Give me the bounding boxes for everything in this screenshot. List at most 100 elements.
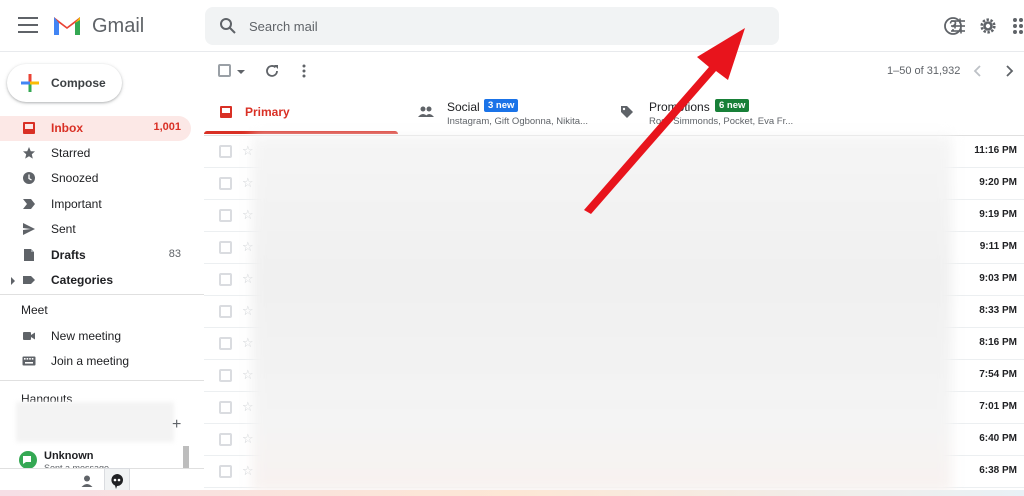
label-icon	[23, 276, 35, 284]
tab-primary[interactable]: Primary	[204, 91, 398, 136]
row-checkbox[interactable]	[219, 177, 232, 190]
sidebar-item-categories[interactable]: Categories	[0, 268, 191, 293]
sidebar-divider	[0, 380, 204, 381]
inbox-icon	[220, 106, 232, 118]
tab-senders: Ross Simmonds, Pocket, Eva Fr...	[649, 116, 794, 127]
email-time: 7:01 PM	[979, 401, 1017, 412]
inbox-icon	[23, 122, 35, 134]
sidebar-item-label: Sent	[51, 222, 76, 236]
draft-icon	[24, 249, 34, 261]
chat-bubble-icon	[23, 456, 31, 464]
send-icon	[23, 223, 35, 235]
search-bar[interactable]	[205, 7, 965, 45]
chevron-left-icon[interactable]	[972, 64, 984, 78]
row-checkbox[interactable]	[219, 369, 232, 382]
row-checkbox[interactable]	[219, 305, 232, 318]
hangouts-quote-icon	[111, 474, 123, 489]
sidebar-item-label: Categories	[51, 273, 114, 287]
bottom-gradient-strip	[0, 490, 1024, 496]
help-icon[interactable]	[943, 16, 963, 36]
sidebar-item-label: Inbox	[51, 121, 83, 135]
sidebar-item-label: Join a meeting	[51, 354, 130, 368]
tab-social[interactable]: Social 3 new Instagram, Gift Ogbonna, Ni…	[398, 91, 602, 136]
star-icon	[23, 147, 35, 159]
row-checkbox[interactable]	[219, 209, 232, 222]
email-time: 6:40 PM	[979, 433, 1017, 444]
avatar[interactable]	[19, 451, 37, 469]
draft-count: 83	[168, 248, 181, 260]
tag-icon	[621, 106, 633, 118]
email-time: 9:20 PM	[979, 177, 1017, 188]
hangouts-user-blurred	[16, 402, 174, 442]
chevron-right-icon[interactable]	[1003, 64, 1015, 78]
email-time: 8:16 PM	[979, 337, 1017, 348]
clock-icon	[23, 172, 35, 184]
sidebar-item-label: Snoozed	[51, 171, 99, 185]
people-icon	[418, 106, 434, 117]
sidebar-item-important[interactable]: Important	[0, 192, 191, 217]
compose-plus-icon	[21, 74, 39, 92]
new-count-badge: 6 new	[715, 99, 750, 112]
top-header: Gmail	[0, 0, 1024, 52]
select-dropdown-icon[interactable]	[237, 70, 245, 74]
videocam-icon	[23, 332, 35, 340]
sidebar-item-label: Drafts	[51, 248, 86, 262]
row-checkbox[interactable]	[219, 337, 232, 350]
tab-senders: Instagram, Gift Ogbonna, Nikita...	[447, 116, 588, 127]
sidebar-item-inbox[interactable]: Inbox 1,001	[0, 116, 191, 141]
email-time: 9:11 PM	[979, 241, 1017, 252]
meet-section-title: Meet	[21, 303, 48, 317]
row-checkbox[interactable]	[219, 433, 232, 446]
tab-label: Social	[447, 100, 480, 114]
label-important-icon	[23, 199, 35, 209]
keyboard-icon	[22, 356, 36, 366]
more-vert-icon[interactable]	[301, 64, 307, 78]
sidebar-item-label: New meeting	[51, 329, 122, 343]
tab-label: Promotions	[649, 100, 710, 114]
hangouts-scrollbar[interactable]	[183, 446, 189, 468]
person-icon[interactable]	[80, 474, 94, 488]
row-checkbox[interactable]	[219, 401, 232, 414]
row-checkbox[interactable]	[219, 273, 232, 286]
sidebar-item-label: Important	[51, 197, 102, 211]
pagination-label: 1–50 of 31,932	[887, 65, 961, 77]
sidebar-item-drafts[interactable]: Drafts 83	[0, 243, 191, 268]
email-time: 11:16 PM	[974, 145, 1017, 156]
row-checkbox[interactable]	[219, 465, 232, 478]
compose-button[interactable]: Compose	[7, 64, 122, 102]
sidebar-item-new-meeting[interactable]: New meeting	[0, 324, 191, 349]
sidebar-divider	[0, 294, 204, 295]
select-all-checkbox[interactable]	[218, 64, 231, 77]
search-icon[interactable]	[219, 17, 237, 35]
new-count-badge: 3 new	[484, 99, 519, 112]
sidebar-item-snoozed[interactable]: Snoozed	[0, 166, 191, 191]
sidebar-item-join-meeting[interactable]: Join a meeting	[0, 349, 191, 374]
compose-label: Compose	[51, 76, 106, 90]
sidebar-item-starred[interactable]: Starred	[0, 141, 191, 166]
refresh-icon[interactable]	[265, 64, 279, 78]
row-checkbox[interactable]	[219, 241, 232, 254]
sidebar-item-label: Starred	[51, 146, 91, 160]
search-input[interactable]	[249, 16, 729, 36]
email-time: 7:54 PM	[979, 369, 1017, 380]
unread-count: 1,001	[153, 121, 181, 133]
google-apps-icon[interactable]	[1013, 18, 1024, 34]
row-checkbox[interactable]	[219, 145, 232, 158]
brand-name: Gmail	[92, 15, 145, 37]
email-time: 6:38 PM	[979, 465, 1017, 476]
active-tab-indicator	[204, 131, 398, 134]
hangouts-section-title: Hangouts	[21, 392, 73, 402]
expand-arrow-icon[interactable]	[11, 277, 15, 285]
tab-promotions[interactable]: Promotions 6 new Ross Simmonds, Pocket, …	[602, 91, 818, 136]
blurred-email-content	[252, 136, 952, 492]
gear-icon[interactable]	[978, 16, 998, 36]
tab-label: Primary	[245, 105, 290, 119]
hangouts-contact-name[interactable]: Unknown	[44, 450, 94, 462]
add-contact-icon[interactable]: +	[172, 416, 181, 434]
email-time: 9:19 PM	[979, 209, 1017, 220]
email-time: 8:33 PM	[979, 305, 1017, 316]
gmail-logo-icon[interactable]	[52, 13, 82, 37]
email-time: 9:03 PM	[979, 273, 1017, 284]
sidebar-item-sent[interactable]: Sent	[0, 217, 191, 242]
main-menu-icon[interactable]	[18, 17, 38, 35]
